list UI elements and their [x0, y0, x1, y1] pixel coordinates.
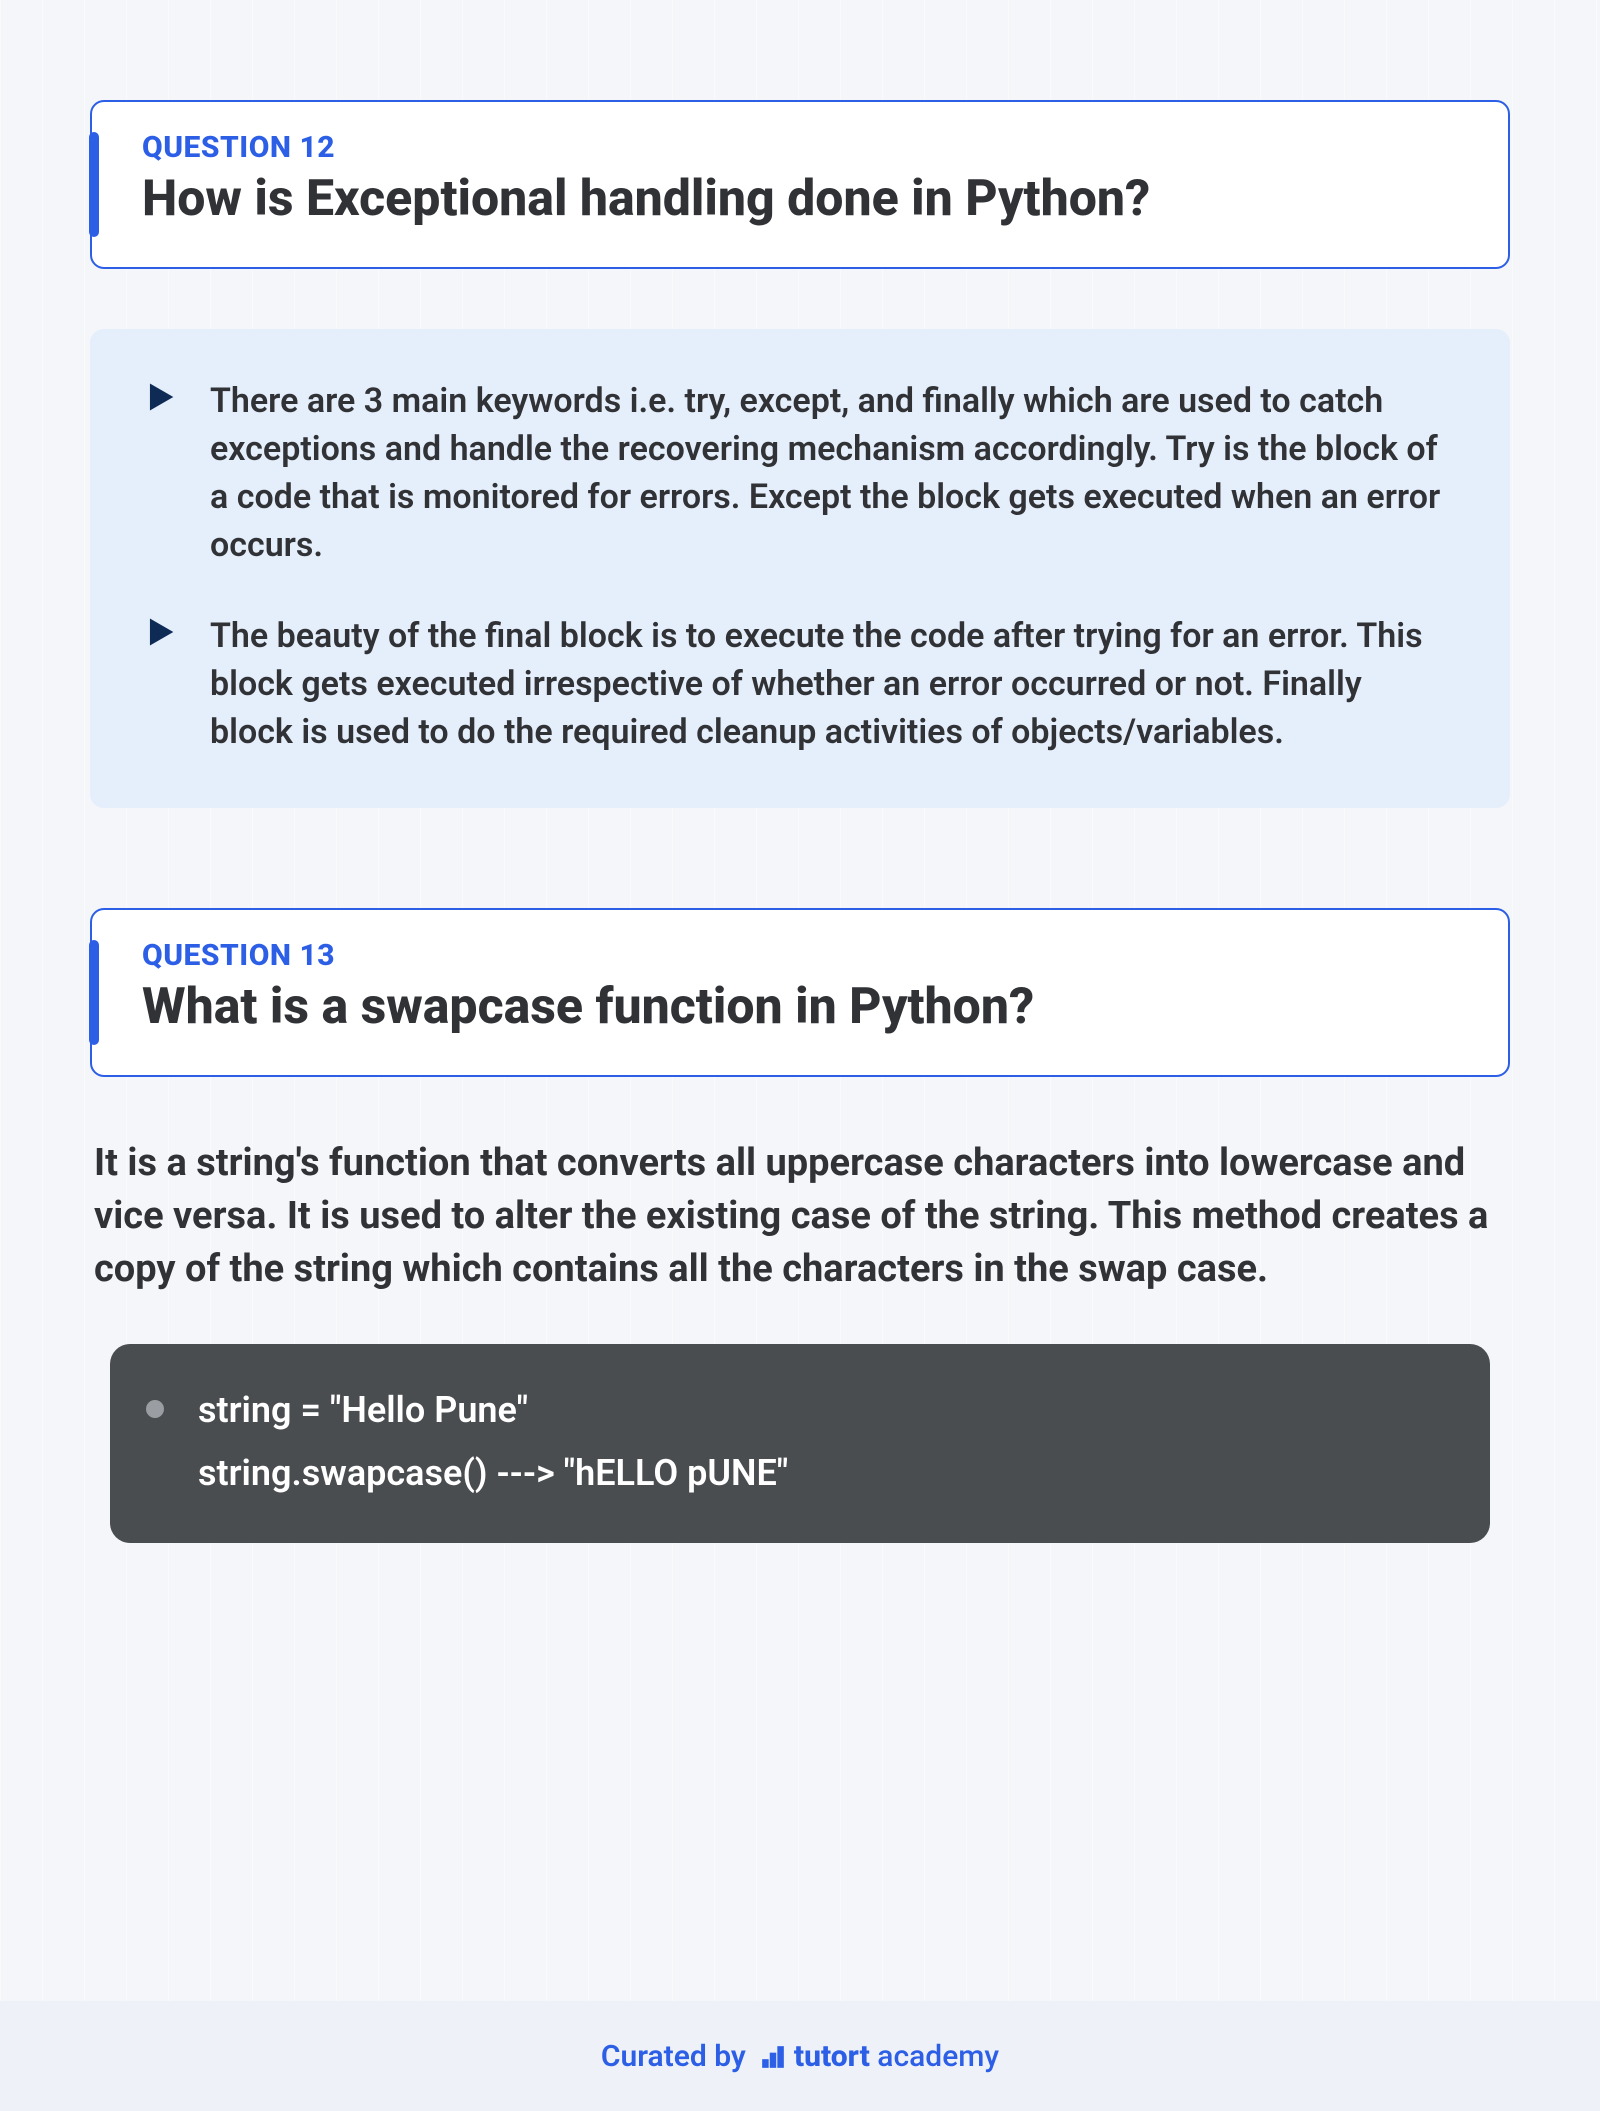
brand-name: tutort academy: [794, 2039, 999, 2074]
bullet-row: The beauty of the final block is to exec…: [146, 612, 1452, 757]
question-12-card: QUESTION 12 How is Exceptional handling …: [90, 100, 1510, 269]
play-icon: [146, 381, 176, 570]
bullet-text: The beauty of the final block is to exec…: [210, 612, 1452, 757]
card-accent: [89, 132, 99, 237]
brand: tutort academy: [760, 2039, 999, 2074]
question-12-title: How is Exceptional handling done in Pyth…: [142, 171, 1458, 229]
code-block: string = "Hello Pune" string.swapcase() …: [110, 1344, 1490, 1542]
question-13-title: What is a swapcase function in Python?: [142, 979, 1458, 1037]
question-13-label: QUESTION 13: [142, 938, 1458, 973]
curated-by-label: Curated by: [601, 2039, 746, 2074]
code-bullet-icon: [146, 1400, 164, 1418]
question-12-label: QUESTION 12: [142, 130, 1458, 165]
card-accent: [89, 940, 99, 1045]
code-line-1: string = "Hello Pune": [198, 1384, 788, 1436]
question-12-answer-box: There are 3 main keywords i.e. try, exce…: [90, 329, 1510, 809]
footer: Curated by tutort academy: [0, 2001, 1600, 2111]
bullet-row: There are 3 main keywords i.e. try, exce…: [146, 377, 1452, 570]
brand-name-bold: tutort: [794, 2039, 870, 2074]
brand-logo-icon: [760, 2043, 786, 2069]
code-lines: string = "Hello Pune" string.swapcase() …: [198, 1384, 788, 1498]
question-13-answer: It is a string's function that converts …: [90, 1137, 1510, 1297]
code-line-2: string.swapcase() ---> "hELLO pUNE": [198, 1447, 788, 1499]
brand-name-light: academy: [870, 2039, 999, 2074]
question-13-card: QUESTION 13 What is a swapcase function …: [90, 908, 1510, 1077]
bullet-text: There are 3 main keywords i.e. try, exce…: [210, 377, 1452, 570]
play-icon: [146, 616, 176, 757]
